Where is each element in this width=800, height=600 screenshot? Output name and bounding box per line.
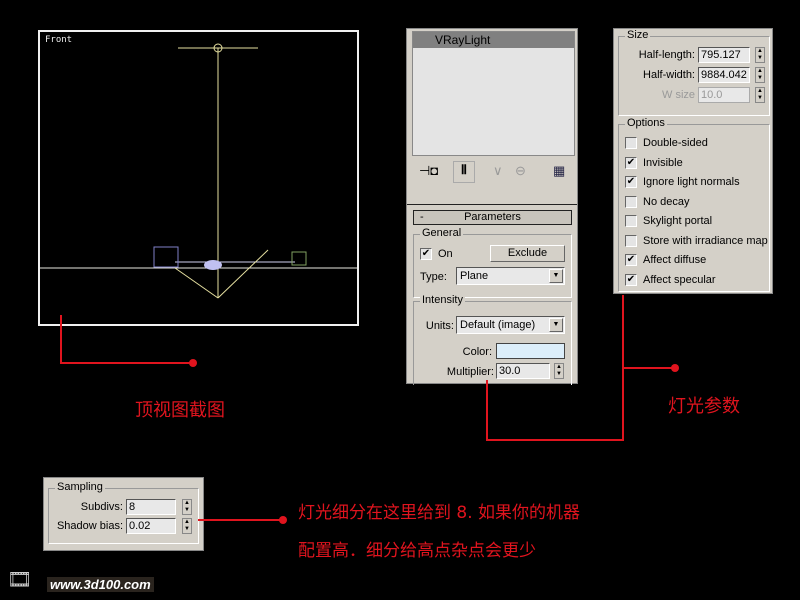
top-view-caption: 顶视图截图 [135,400,225,421]
logo-film-icon: 🎞 [7,569,33,591]
subdivs-caption-line1: 灯光细分在这里给到 8. 如果你的机器 [298,503,581,523]
site-logo: 🎞 www.3d100.com [5,565,170,595]
callout-top-view [60,315,193,364]
light-params-caption: 灯光参数 [668,396,740,417]
subdivs-caption-line2: 配置高．细分给高点杂点会更少 [298,541,536,561]
callout-light-params [486,295,624,441]
logo-text: www.3d100.com [47,577,154,592]
